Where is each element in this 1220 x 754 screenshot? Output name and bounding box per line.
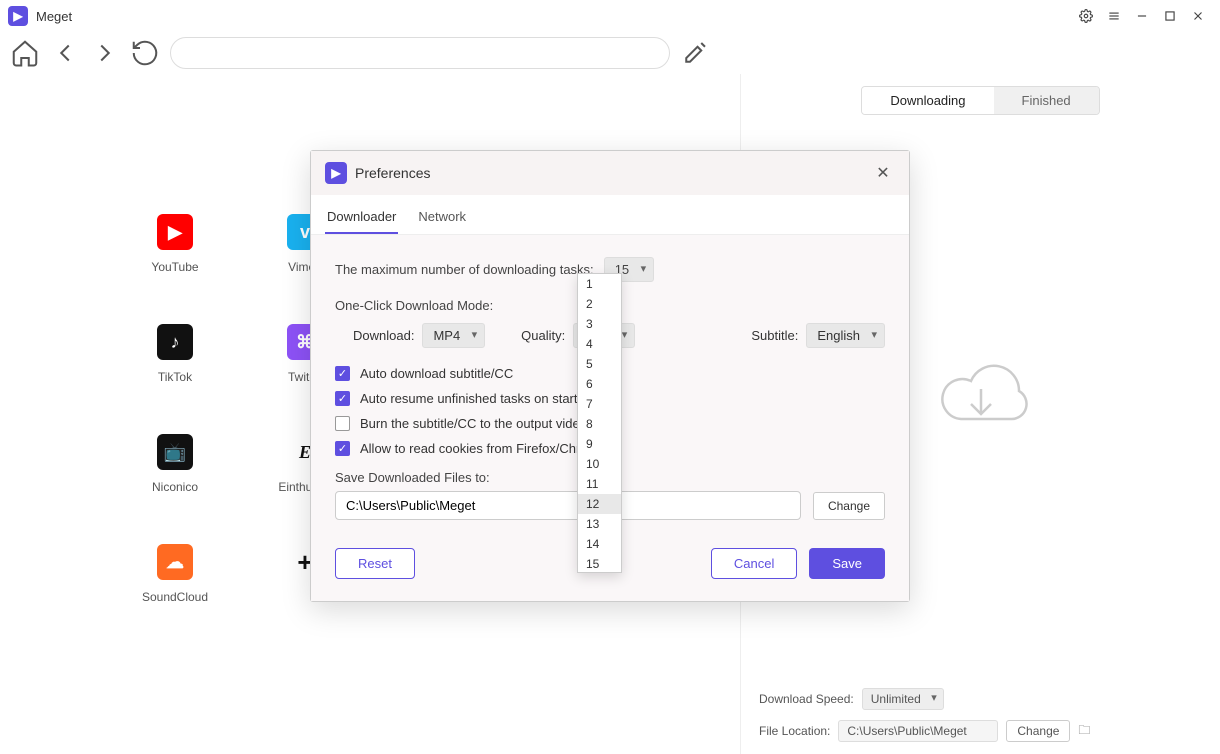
dropdown-option[interactable]: 1 (578, 274, 621, 294)
app-logo-icon: ▶ (8, 6, 28, 26)
tab-downloader[interactable]: Downloader (325, 203, 398, 234)
dropdown-option[interactable]: 11 (578, 474, 621, 494)
tab-network[interactable]: Network (416, 203, 468, 234)
save-button[interactable]: Save (809, 548, 885, 579)
dropdown-option[interactable]: 2 (578, 294, 621, 314)
cancel-button[interactable]: Cancel (711, 548, 797, 579)
reset-button[interactable]: Reset (335, 548, 415, 579)
check-label: Allow to read cookies from Firefox/Chrom… (360, 441, 606, 456)
modal-title: Preferences (355, 165, 430, 181)
dropdown-option[interactable]: 5 (578, 354, 621, 374)
check-label: Auto download subtitle/CC (360, 366, 513, 381)
close-button[interactable] (1184, 2, 1212, 30)
quality-label: Quality: (521, 328, 565, 343)
dropdown-option[interactable]: 15 (578, 554, 621, 574)
check-auto-subtitle[interactable]: ✓ (335, 366, 350, 381)
titlebar: ▶ Meget (0, 0, 1220, 32)
maximize-button[interactable] (1156, 2, 1184, 30)
dropdown-option[interactable]: 8 (578, 414, 621, 434)
site-soundcloud[interactable]: ☁ SoundCloud (110, 544, 240, 604)
toolbar (0, 32, 1220, 74)
check-read-cookies[interactable]: ✓ (335, 441, 350, 456)
gear-icon[interactable] (1072, 2, 1100, 30)
dropdown-option[interactable]: 4 (578, 334, 621, 354)
app-title: Meget (36, 9, 72, 24)
dropdown-option[interactable]: 10 (578, 454, 621, 474)
brush-icon[interactable] (680, 38, 710, 68)
check-label: Burn the subtitle/CC to the output video (360, 416, 587, 431)
tab-finished[interactable]: Finished (994, 87, 1099, 114)
check-label: Auto resume unfinished tasks on startup (360, 391, 592, 406)
menu-icon[interactable] (1100, 2, 1128, 30)
modal-close-button[interactable]: ✕ (871, 161, 895, 185)
subtitle-label: Subtitle: (751, 328, 798, 343)
soundcloud-icon: ☁ (157, 544, 193, 580)
site-label: Niconico (152, 480, 198, 494)
check-burn-subtitle[interactable] (335, 416, 350, 431)
site-label: YouTube (151, 260, 198, 274)
cloud-download-icon (931, 359, 1031, 439)
minimize-button[interactable] (1128, 2, 1156, 30)
right-tabs: Downloading Finished (741, 74, 1220, 121)
home-icon[interactable] (10, 38, 40, 68)
tiktok-icon: ♪ (157, 324, 193, 360)
save-path-change-button[interactable]: Change (813, 492, 885, 520)
subtitle-select[interactable]: English (806, 323, 885, 348)
location-change-button[interactable]: Change (1006, 720, 1070, 742)
dropdown-option[interactable]: 13 (578, 514, 621, 534)
dropdown-option[interactable]: 6 (578, 374, 621, 394)
forward-icon[interactable] (90, 38, 120, 68)
location-path: C:\Users\Public\Meget (838, 720, 998, 742)
download-format-select[interactable]: MP4 (422, 323, 485, 348)
dropdown-option[interactable]: 14 (578, 534, 621, 554)
tab-downloading[interactable]: Downloading (862, 87, 993, 114)
url-input[interactable] (170, 37, 670, 69)
dropdown-option[interactable]: 7 (578, 394, 621, 414)
check-auto-resume[interactable]: ✓ (335, 391, 350, 406)
youtube-icon: ▶ (157, 214, 193, 250)
site-tiktok[interactable]: ♪ TikTok (110, 324, 240, 384)
site-label: TikTok (158, 370, 192, 384)
site-youtube[interactable]: ▶ YouTube (110, 214, 240, 274)
back-icon[interactable] (50, 38, 80, 68)
dropdown-option[interactable]: 12 (578, 494, 621, 514)
speed-select[interactable]: Unlimited (862, 688, 944, 710)
download-format-label: Download: (353, 328, 414, 343)
folder-icon[interactable]: 🗀 (1078, 721, 1090, 742)
speed-label: Download Speed: (759, 692, 854, 706)
site-label: SoundCloud (142, 590, 208, 604)
dropdown-option[interactable]: 9 (578, 434, 621, 454)
max-tasks-label: The maximum number of downloading tasks: (335, 262, 594, 277)
niconico-icon: 📺 (157, 434, 193, 470)
save-path-input[interactable] (335, 491, 801, 520)
site-niconico[interactable]: 📺 Niconico (110, 434, 240, 494)
reload-icon[interactable] (130, 38, 160, 68)
dropdown-option[interactable]: 3 (578, 314, 621, 334)
max-tasks-dropdown[interactable]: 1 2 3 4 5 6 7 8 9 10 11 12 13 14 15 (577, 273, 622, 573)
location-label: File Location: (759, 724, 830, 738)
modal-logo-icon: ▶ (325, 162, 347, 184)
